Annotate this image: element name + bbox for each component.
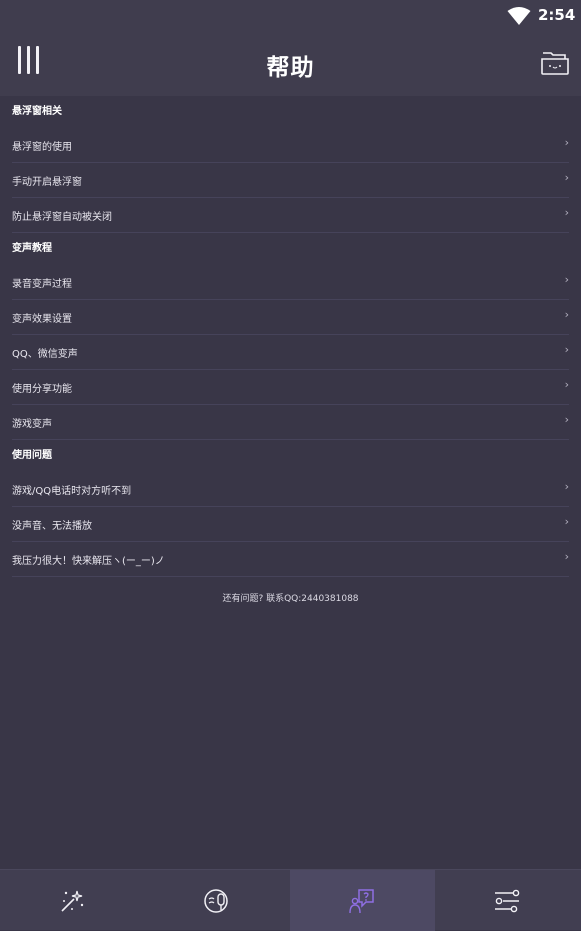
help-item-game-voice[interactable]: 游戏变声 ›	[12, 405, 569, 440]
status-bar: 2:54	[0, 0, 581, 32]
section-header-floating-window: 悬浮窗相关	[12, 106, 62, 117]
help-list: 悬浮窗相关 悬浮窗的使用 › 手动开启悬浮窗 › 防止悬浮窗自动被关闭 › 变声…	[0, 96, 581, 604]
help-item-label: 悬浮窗的使用	[12, 142, 72, 153]
wifi-icon	[507, 7, 531, 25]
help-item-floating-window-usage[interactable]: 悬浮窗的使用 ›	[12, 128, 569, 163]
chevron-right-icon: ›	[564, 413, 569, 426]
help-item-no-sound[interactable]: 没声音、无法播放 ›	[12, 507, 569, 542]
help-item-label: 游戏变声	[12, 419, 52, 430]
magic-wand-icon	[61, 890, 84, 912]
help-item-qq-wechat-voice[interactable]: QQ、微信变声 ›	[12, 335, 569, 370]
help-item-label: 游戏/QQ电话时对方听不到	[12, 486, 132, 497]
section-header-usage-issues: 使用问题	[12, 450, 52, 461]
help-item-effect-settings[interactable]: 变声效果设置 ›	[12, 300, 569, 335]
help-item-label: QQ、微信变声	[12, 349, 78, 360]
help-chat-icon	[349, 889, 374, 914]
contact-note: 还有问题? 联系QQ:2440381088	[222, 594, 359, 604]
help-item-label: 防止悬浮窗自动被关闭	[12, 212, 112, 223]
help-item-label: 变声效果设置	[12, 314, 72, 325]
help-item-label: 录音变声过程	[12, 279, 72, 290]
folder-icon	[541, 52, 569, 75]
page-title: 帮助	[266, 55, 315, 81]
nav-tab-effects[interactable]	[0, 870, 145, 931]
help-item-label: 使用分享功能	[12, 384, 72, 395]
chevron-right-icon: ›	[564, 273, 569, 286]
help-item-call-not-heard[interactable]: 游戏/QQ电话时对方听不到 ›	[12, 472, 569, 507]
app-bar: 帮助	[0, 32, 581, 96]
chevron-right-icon: ›	[564, 480, 569, 493]
chevron-right-icon: ›	[564, 308, 569, 321]
status-time: 2:54	[538, 6, 576, 24]
nav-tab-voice[interactable]	[145, 870, 290, 931]
help-item-share-feature[interactable]: 使用分享功能 ›	[12, 370, 569, 405]
help-item-label: 我压力很大！快来解压ヽ(ー_ー)ノ	[12, 556, 165, 567]
chevron-right-icon: ›	[564, 550, 569, 563]
help-item-prevent-auto-close[interactable]: 防止悬浮窗自动被关闭 ›	[12, 198, 569, 233]
chevron-right-icon: ›	[564, 378, 569, 391]
settings-sliders-icon	[495, 889, 520, 913]
help-item-label: 手动开启悬浮窗	[12, 177, 82, 188]
help-item-recording-process[interactable]: 录音变声过程 ›	[12, 265, 569, 300]
folder-button[interactable]	[540, 50, 570, 76]
chevron-right-icon: ›	[564, 136, 569, 149]
nav-tab-help[interactable]	[290, 870, 435, 931]
chevron-right-icon: ›	[564, 515, 569, 528]
nav-tab-settings[interactable]	[435, 870, 580, 931]
voice-mic-icon	[204, 889, 228, 913]
help-item-manual-open-floating-window[interactable]: 手动开启悬浮窗 ›	[12, 163, 569, 198]
chevron-right-icon: ›	[564, 171, 569, 184]
chevron-right-icon: ›	[564, 343, 569, 356]
section-header-voice-tutorial: 变声教程	[12, 243, 52, 254]
help-item-label: 没声音、无法播放	[12, 521, 92, 532]
bottom-nav	[0, 869, 581, 931]
help-item-stress-relief[interactable]: 我压力很大！快来解压ヽ(ー_ー)ノ ›	[12, 542, 569, 577]
chevron-right-icon: ›	[564, 206, 569, 219]
